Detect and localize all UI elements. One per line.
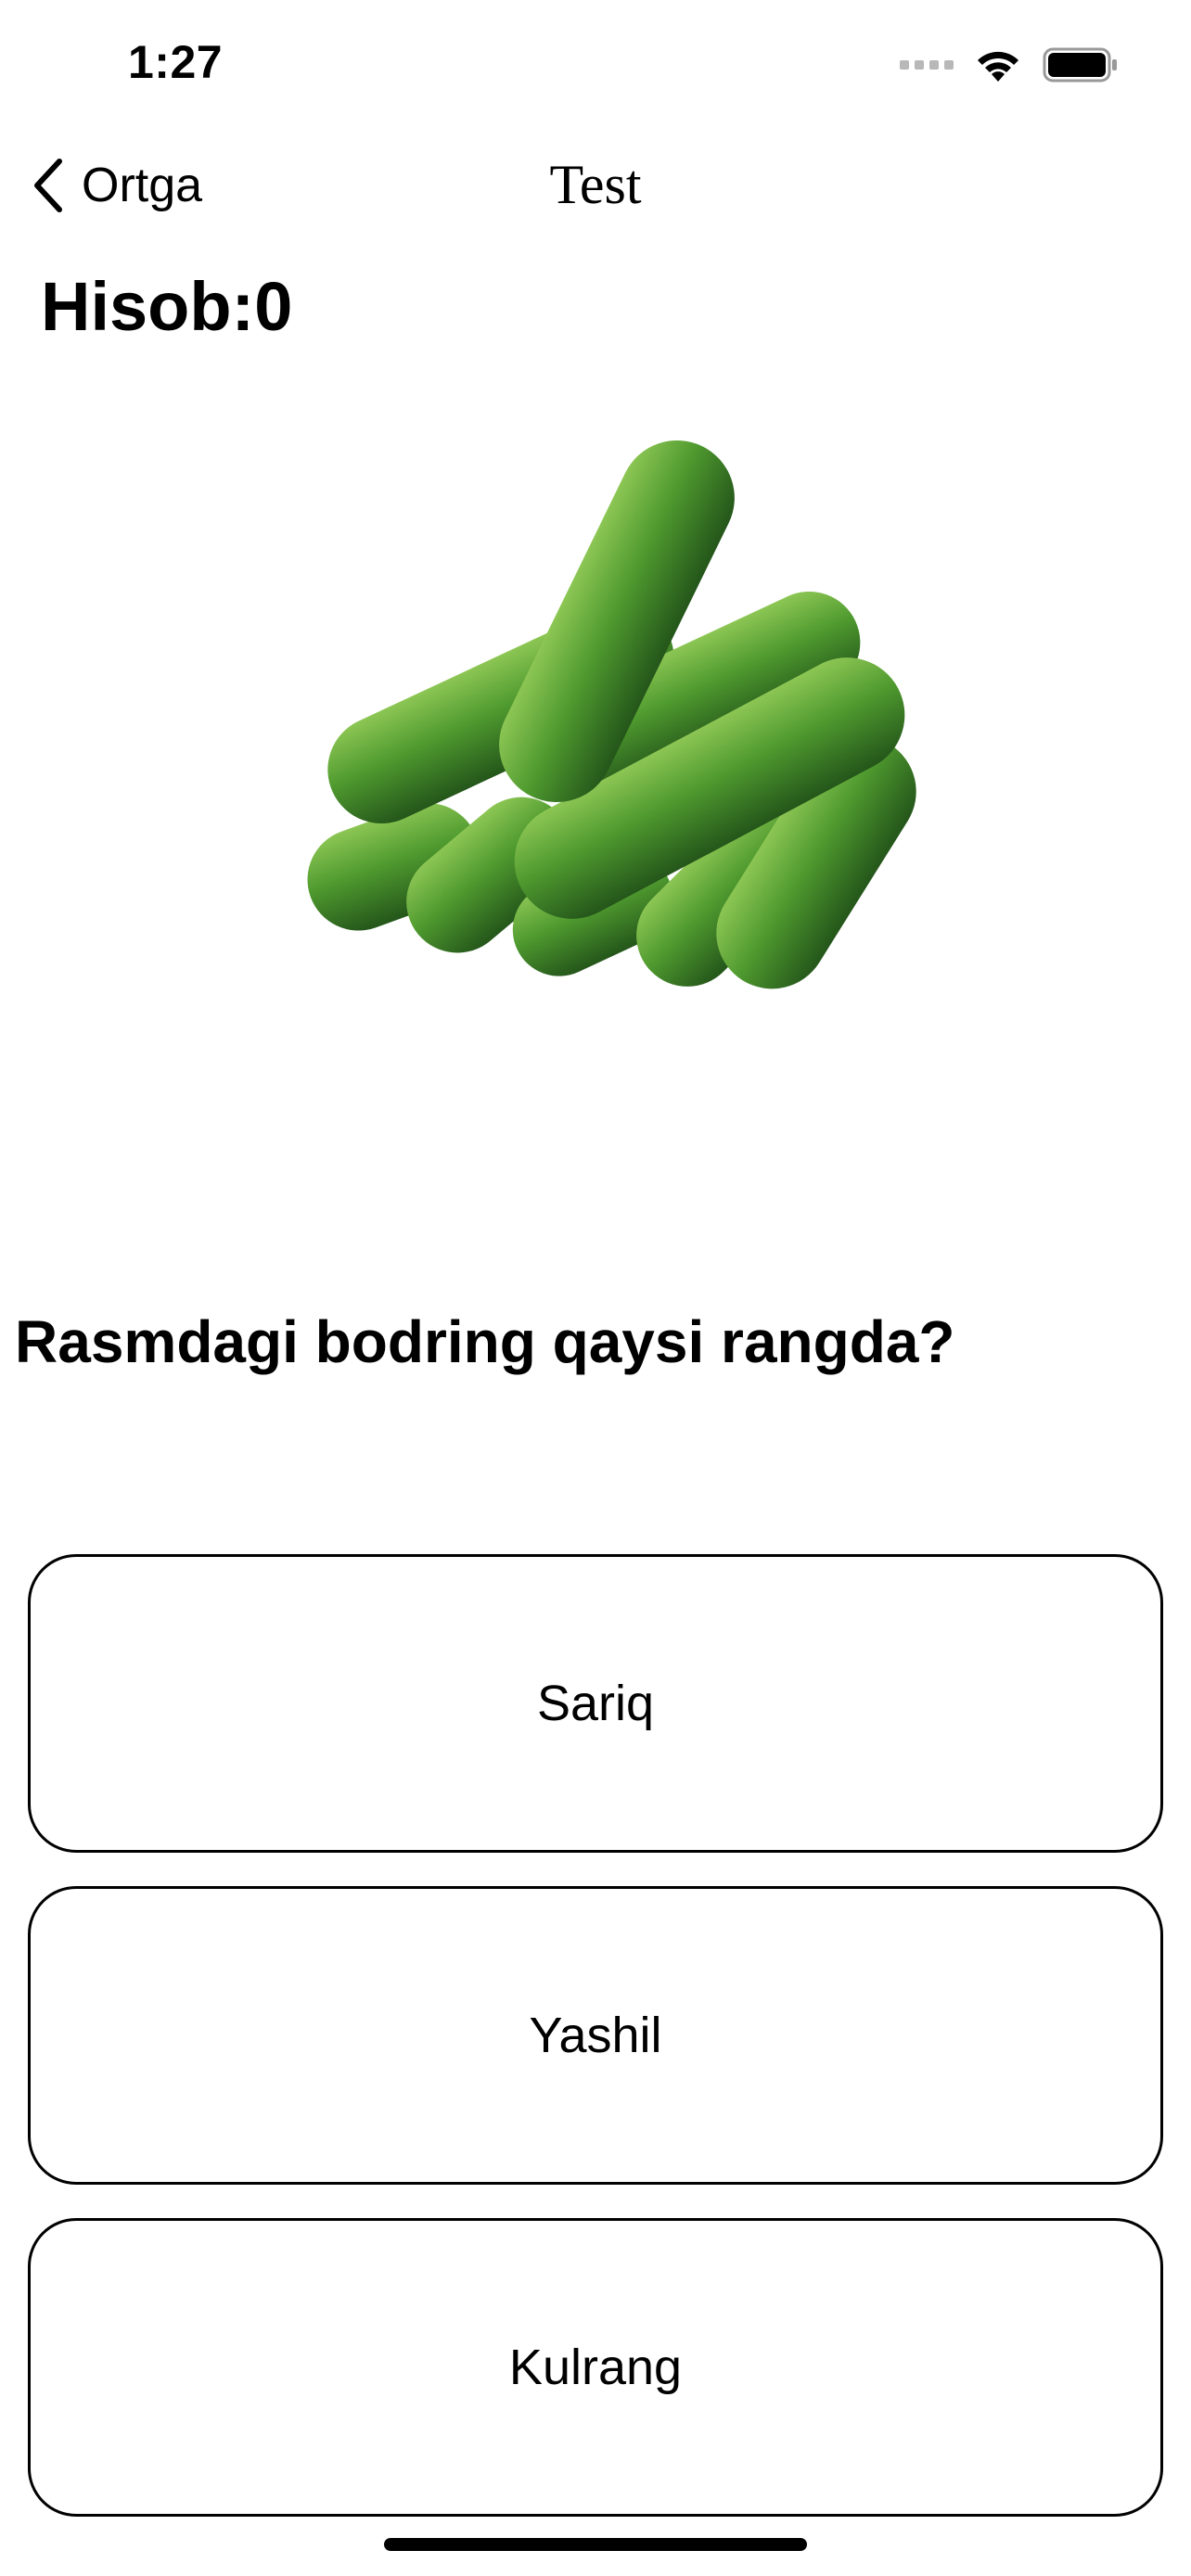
home-indicator[interactable] [384, 2538, 807, 2551]
page-title: Test [549, 154, 642, 215]
status-time: 1:27 [128, 36, 224, 88]
cucumber-image [307, 440, 916, 989]
answer-button-kulrang[interactable]: Kulrang [28, 2218, 1163, 2517]
status-icons [900, 46, 1119, 83]
answer-list: Sariq Yashil Kulrang [28, 1554, 1163, 2550]
cellular-signal-icon [900, 60, 954, 70]
question-text: Rasmdagi bodring qaysi rangda? [15, 1308, 955, 1375]
answer-button-yashil[interactable]: Yashil [28, 1886, 1163, 2185]
battery-icon [1043, 47, 1117, 83]
score-label: Hisob:0 [41, 268, 293, 345]
answer-button-sariq[interactable]: Sariq [28, 1554, 1163, 1853]
wifi-icon [978, 51, 1018, 82]
